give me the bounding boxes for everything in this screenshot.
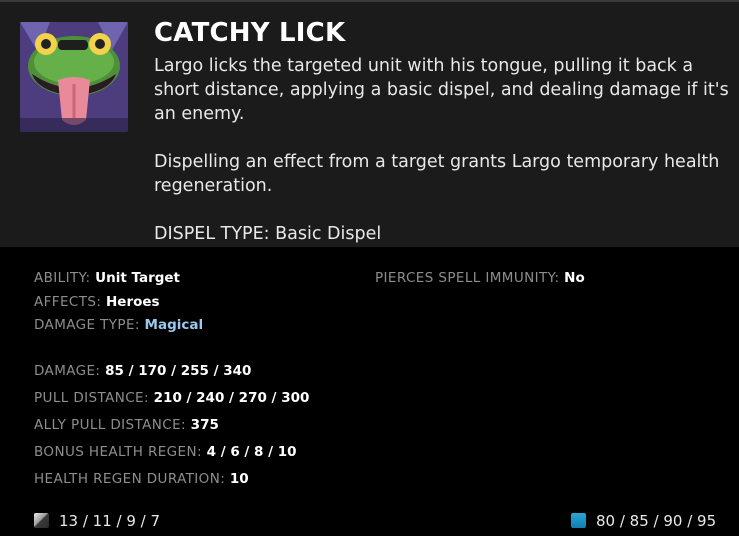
pull-distance-value: 210 / 240 / 270 / 300 (153, 390, 310, 406)
damage-type-row: DAMAGE TYPE: Magical (34, 317, 203, 333)
pierces-immunity-value: No (564, 270, 585, 286)
ability-description: Largo licks the targeted unit with his t… (154, 54, 729, 246)
damage-label: DAMAGE: (34, 363, 101, 379)
bonus-health-regen-label: BONUS HEALTH REGEN: (34, 444, 202, 460)
ability-behavior-label: ABILITY: (34, 270, 91, 286)
cooldown-value: 13 / 11 / 9 / 7 (59, 512, 161, 530)
bonus-health-regen-row: BONUS HEALTH REGEN: 4 / 6 / 8 / 10 (34, 444, 297, 460)
mana-icon (571, 513, 586, 528)
affects-value: Heroes (106, 294, 160, 310)
pull-distance-label: PULL DISTANCE: (34, 390, 149, 406)
pierces-immunity-label: PIERCES SPELL IMMUNITY: (375, 270, 560, 286)
health-regen-duration-label: HEALTH REGEN DURATION: (34, 471, 226, 487)
pull-distance-row: PULL DISTANCE: 210 / 240 / 270 / 300 (34, 390, 309, 406)
tooltip-header: CATCHY LICK Largo licks the targeted uni… (0, 2, 739, 247)
ability-behavior-value: Unit Target (95, 270, 181, 286)
frog-tongue-icon (20, 22, 128, 132)
description-main: Largo licks the targeted unit with his t… (154, 56, 729, 124)
damage-value: 85 / 170 / 255 / 340 (105, 363, 252, 379)
ally-pull-distance-row: ALLY PULL DISTANCE: 375 (34, 417, 219, 433)
health-regen-duration-row: HEALTH REGEN DURATION: 10 (34, 471, 249, 487)
ability-tooltip: CATCHY LICK Largo licks the targeted uni… (0, 0, 739, 536)
mana-cost-value: 80 / 85 / 90 / 95 (596, 512, 717, 530)
ally-pull-distance-label: ALLY PULL DISTANCE: (34, 417, 186, 433)
pierces-immunity-row: PIERCES SPELL IMMUNITY: No (375, 270, 585, 286)
affects-label: AFFECTS: (34, 294, 102, 310)
ability-name: CATCHY LICK (154, 18, 346, 48)
dispel-type: DISPEL TYPE: Basic Dispel (154, 224, 382, 244)
ability-behavior-row: ABILITY: Unit Target (34, 270, 180, 286)
affects-row: AFFECTS: Heroes (34, 294, 160, 310)
bonus-health-regen-value: 4 / 6 / 8 / 10 (206, 444, 297, 460)
damage-type-value: Magical (144, 317, 204, 333)
health-regen-duration-value: 10 (229, 471, 249, 487)
description-dispel-regen: Dispelling an effect from a target grant… (154, 152, 720, 196)
damage-row: DAMAGE: 85 / 170 / 255 / 340 (34, 363, 251, 379)
mana-cost: 80 / 85 / 90 / 95 (571, 512, 716, 530)
cooldown-icon (34, 513, 49, 528)
ability-stats: ABILITY: Unit Target PIERCES SPELL IMMUN… (0, 247, 739, 536)
cooldown: 13 / 11 / 9 / 7 (34, 512, 160, 530)
damage-type-label: DAMAGE TYPE: (34, 317, 140, 333)
ally-pull-distance-value: 375 (190, 417, 219, 433)
